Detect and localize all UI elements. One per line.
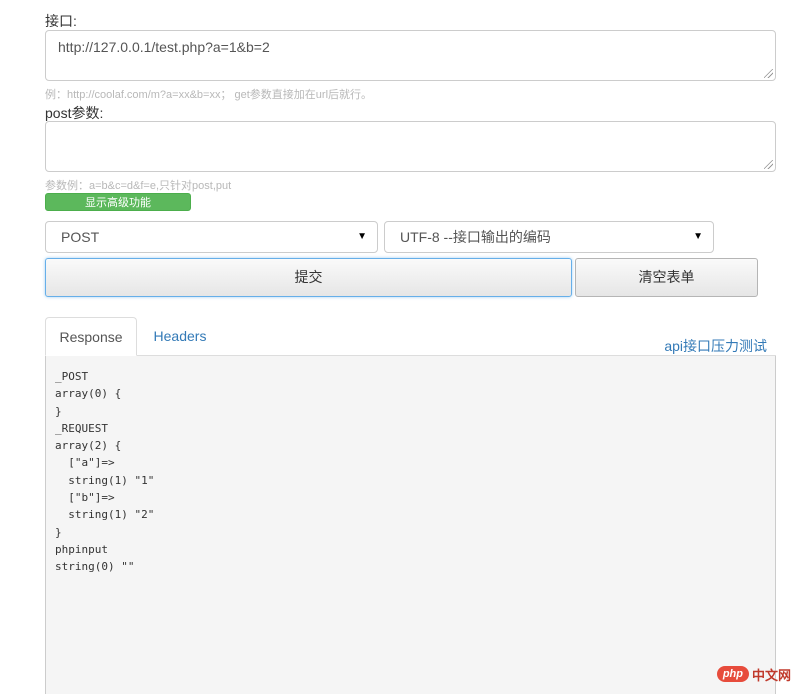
dropdown-arrow-icon: ▼ — [357, 231, 367, 242]
api-url-field[interactable]: http://127.0.0.1/test.php?a=1&b=2 — [45, 30, 776, 81]
dropdown-arrow-icon: ▼ — [693, 231, 703, 242]
api-url-value: http://127.0.0.1/test.php?a=1&b=2 — [58, 39, 270, 55]
api-label: 接口: — [45, 13, 77, 29]
tab-headers[interactable]: Headers — [140, 317, 220, 356]
watermark-text: 中文网 — [751, 667, 791, 683]
site-watermark: php 中文网 — [716, 664, 791, 684]
submit-button[interactable]: 提交 — [45, 258, 572, 297]
encoding-select-value: UTF-8 --接口输出的编码 — [400, 229, 551, 245]
method-select-value: POST — [61, 229, 100, 245]
tab-response[interactable]: Response — [45, 317, 137, 356]
post-params-hint: 参数例：a=b&c=d&f=e,只针对post,put — [45, 180, 232, 192]
post-params-field[interactable] — [45, 121, 776, 172]
php-logo-icon: php — [716, 666, 749, 682]
api-hint: 例：http://coolaf.com/m?a=xx&b=xx； get参数直接… — [45, 89, 373, 101]
response-panel: _POST array(0) { } _REQUEST array(2) { [… — [45, 356, 776, 694]
resize-grip-icon[interactable] — [764, 69, 773, 78]
resize-grip-icon[interactable] — [764, 160, 773, 169]
pressure-test-link[interactable]: api接口压力测试 — [664, 336, 767, 356]
post-params-label: post参数: — [45, 105, 104, 121]
show-advanced-button[interactable]: 显示高级功能 — [45, 193, 191, 211]
clear-form-button[interactable]: 清空表单 — [575, 258, 758, 297]
response-output: _POST array(0) { } _REQUEST array(2) { [… — [55, 370, 155, 574]
encoding-select[interactable]: UTF-8 --接口输出的编码 ▼ — [384, 221, 714, 253]
page: 接口: http://127.0.0.1/test.php?a=1&b=2 例：… — [0, 0, 800, 694]
method-select[interactable]: POST ▼ — [45, 221, 378, 253]
